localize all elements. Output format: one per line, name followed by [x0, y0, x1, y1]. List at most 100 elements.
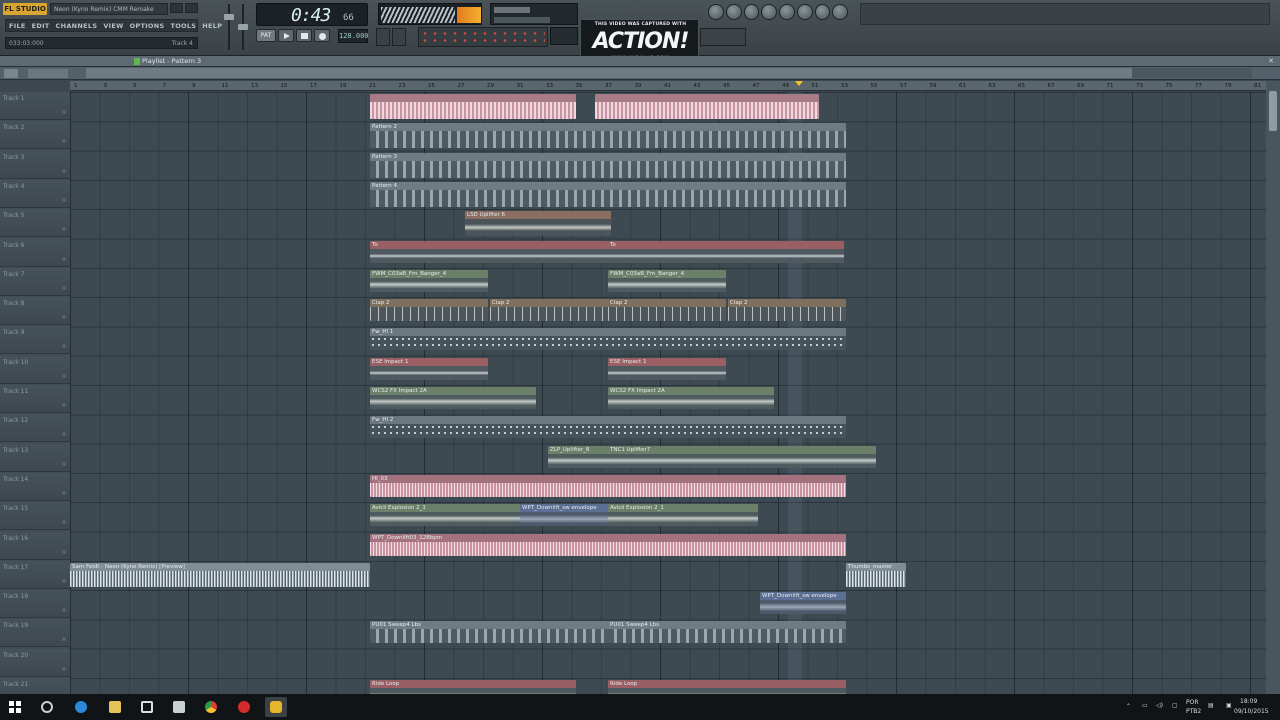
arrow-icon[interactable] [4, 69, 18, 78]
track-header[interactable]: Track 17 [0, 560, 70, 589]
playlist-clip[interactable]: WPT_Downlift_sw envelope [760, 592, 846, 615]
clock-time[interactable]: 18:09 [1240, 698, 1257, 705]
menu-channels[interactable]: CHANNELS [56, 20, 98, 31]
playlist-clip[interactable]: Sam Feldt - Neon (Kyno Remix) [Preview] [70, 562, 370, 587]
browser-icon[interactable] [761, 4, 777, 20]
playlist-clip[interactable]: To [370, 240, 608, 263]
record-button[interactable] [314, 29, 330, 42]
network-icon[interactable]: ▭ [1142, 702, 1148, 709]
language-top[interactable]: POR [1186, 699, 1199, 706]
track-mute-icon[interactable] [62, 637, 66, 642]
menu-file[interactable]: FILE [9, 20, 26, 31]
step-indicator-dots[interactable] [420, 30, 545, 44]
start-button[interactable] [0, 694, 30, 720]
track-mute-icon[interactable] [62, 578, 66, 583]
task-view-icon[interactable] [36, 697, 58, 717]
master-volume-slider[interactable] [224, 4, 234, 50]
mode-button-1[interactable] [376, 28, 390, 46]
volume-icon[interactable]: ◁) [1156, 702, 1163, 709]
track-header[interactable]: Track 2 [0, 121, 70, 150]
photos-icon[interactable] [168, 697, 190, 717]
playlist-clip[interactable]: WPT_Downlift_sw envelope [520, 504, 610, 527]
track-header[interactable]: Track 19 [0, 619, 70, 648]
track-header[interactable]: Track 7 [0, 267, 70, 296]
channel-rack-icon[interactable] [796, 4, 813, 20]
language-bottom[interactable]: PTB2 [1186, 708, 1201, 715]
track-mute-icon[interactable] [62, 227, 66, 232]
playlist-clip[interactable]: WCS2 FX Impact 2A [370, 387, 536, 409]
track-mute-icon[interactable] [62, 256, 66, 261]
track-header[interactable]: Track 11 [0, 385, 70, 413]
playlist-clip[interactable]: HI_03 [370, 474, 846, 497]
action-center-icon[interactable]: ▢ [1172, 702, 1178, 709]
menu-view[interactable]: VIEW [103, 20, 123, 31]
playhead-marker[interactable] [795, 81, 803, 86]
step-sequencer-icon[interactable] [725, 4, 742, 20]
track-mute-icon[interactable] [62, 403, 66, 407]
playlist-clip[interactable] [595, 94, 819, 119]
mixer-icon[interactable] [779, 4, 795, 20]
vertical-scrollbar[interactable] [1266, 81, 1280, 694]
playlist-clip[interactable]: FWM_C03aB_Fm_Banger_4 [370, 269, 488, 292]
playlist-title-bar[interactable]: Playlist - Pattern 3 ✕ [0, 56, 1280, 67]
track-mute-icon[interactable] [62, 373, 66, 378]
track-mute-icon[interactable] [62, 666, 66, 671]
play-button[interactable] [278, 29, 294, 42]
playlist-clip[interactable]: Fw_HI 2 [370, 416, 846, 439]
plugin-picker-icon[interactable] [814, 4, 831, 20]
track-header[interactable]: Track 1 [0, 92, 70, 120]
edge-icon[interactable] [70, 697, 92, 717]
playlist-clip[interactable]: PU01 Sweep4 Lbs [608, 621, 846, 644]
record-app-icon[interactable] [233, 697, 255, 717]
playlist-clip[interactable]: ESE Impact 1 [370, 357, 488, 380]
playlist-clip[interactable]: LSD Uplifter 6 [465, 211, 611, 237]
fl-studio-icon[interactable] [265, 697, 287, 717]
track-header[interactable]: Track 4 [0, 179, 70, 208]
track-header[interactable]: Track 8 [0, 297, 70, 326]
playlist-clip[interactable]: Ride Loop [370, 680, 576, 694]
playlist-clip[interactable]: ESE Impact 1 [608, 357, 726, 380]
playlist-clip[interactable]: To [608, 240, 844, 263]
playlist-clip[interactable]: Clap 2 [728, 299, 846, 322]
track-mute-icon[interactable] [62, 168, 66, 173]
chrome-icon[interactable] [200, 697, 222, 717]
zoom-controls[interactable] [1132, 68, 1252, 78]
tempo-display[interactable]: 128.000 [338, 29, 369, 43]
playlist-clip[interactable] [370, 94, 576, 119]
track-header[interactable]: Track 15 [0, 502, 70, 531]
close-button[interactable] [185, 3, 198, 13]
pattern-song-toggle[interactable]: PAT [256, 29, 276, 42]
chevron-up-icon[interactable]: ⌃ [1126, 703, 1131, 710]
track-mute-icon[interactable] [62, 344, 66, 349]
track-header[interactable]: Track 12 [0, 414, 70, 443]
track-header[interactable]: Track 5 [0, 209, 70, 238]
track-header[interactable]: Track 20 [0, 648, 70, 677]
track-mute-icon[interactable] [62, 315, 66, 320]
playlist-clip[interactable]: WPT_Downlift03_128bpm [370, 533, 846, 556]
track-mute-icon[interactable] [62, 608, 66, 613]
mode-button-2[interactable] [392, 28, 406, 46]
keyboard-icon[interactable]: ▤ [1208, 702, 1214, 709]
playlist-clip[interactable]: Thumbs_master [846, 562, 906, 587]
track-header[interactable]: Track 10 [0, 355, 70, 384]
track-mute-icon[interactable] [62, 197, 66, 202]
timeline-ruler[interactable]: 1 3 5 7 9 11 13 15 17 19 21 23 25 27 29 31 33 35 37 39 41 43 4… [70, 81, 1266, 91]
playlist-clip[interactable]: Pattern 3 [370, 152, 846, 178]
playlist-clip[interactable]: TNC1 Uplifter7 [608, 445, 876, 468]
master-pitch-slider[interactable] [238, 4, 248, 50]
help-icon[interactable] [832, 4, 848, 20]
menu-options[interactable]: OPTIONS [130, 20, 165, 31]
track-header[interactable]: Track 13 [0, 443, 70, 472]
track-header[interactable]: Track 6 [0, 238, 70, 267]
playlist-clip[interactable]: Avicii Explosion 2_1 [370, 504, 520, 527]
track-header[interactable]: Track 9 [0, 326, 70, 355]
playlist-icon[interactable] [708, 4, 724, 20]
piano-roll-icon[interactable] [743, 4, 760, 20]
playlist-clip[interactable]: Clap 2 [490, 299, 608, 322]
clock-date[interactable]: 09/10/2015 [1234, 708, 1269, 715]
draw-tools[interactable] [28, 69, 68, 78]
close-icon[interactable]: ✕ [1268, 57, 1274, 65]
horizontal-scrollbar[interactable] [86, 68, 1132, 78]
track-mute-icon[interactable] [62, 110, 66, 114]
playlist-clip[interactable]: Avicii Explosion 2_1 [608, 504, 758, 527]
